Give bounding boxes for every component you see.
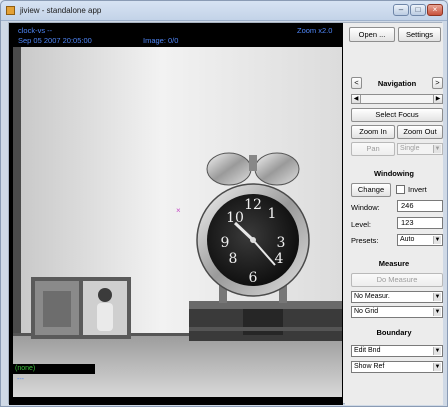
svg-text:9: 9	[221, 235, 230, 251]
windowing-title: Windowing	[374, 169, 414, 178]
window-field[interactable]: 246	[397, 200, 443, 212]
chevron-down-icon: ▼	[433, 363, 441, 371]
window-label: Window:	[351, 203, 380, 212]
svg-text:3: 3	[277, 235, 286, 251]
presets-select-value: Auto	[400, 236, 415, 243]
show-ref-select[interactable]: Show Ref ▼	[351, 361, 443, 373]
control-panel: Open ... Settings < Navigation > ◀ ▶ Sel…	[345, 23, 443, 405]
chevron-down-icon: ▼	[433, 308, 441, 316]
chevron-down-icon: ▼	[433, 236, 441, 244]
navigation-scrollbar[interactable]: ◀ ▶	[351, 94, 443, 104]
presets-select[interactable]: Auto ▼	[397, 234, 443, 246]
svg-text:6: 6	[249, 270, 258, 286]
window-title: jiview - standalone app	[20, 6, 102, 15]
settings-button[interactable]: Settings	[398, 27, 441, 42]
bottom-info-text: ---	[17, 376, 24, 383]
close-button[interactable]: ×	[427, 4, 443, 16]
app-window: jiview - standalone app – □ × clock-vs -…	[0, 0, 448, 407]
study-label: clock-vs --	[18, 26, 53, 35]
edit-bnd-select[interactable]: Edit Bnd ▼	[351, 345, 443, 357]
pan-button[interactable]: Pan	[351, 142, 395, 156]
single-select[interactable]: Single ▼	[397, 143, 443, 155]
title-bar[interactable]: jiview - standalone app – □ ×	[1, 1, 447, 21]
svg-text:4: 4	[275, 251, 284, 267]
date-time-label: Sep 05 2007 20:05:00	[18, 36, 92, 45]
grid-select-value: No Grid	[354, 308, 379, 315]
svg-text:12: 12	[244, 197, 262, 213]
level-field[interactable]: 123	[397, 217, 443, 229]
presets-label: Presets:	[351, 236, 379, 245]
svg-text:1: 1	[268, 206, 277, 222]
open-button[interactable]: Open ...	[349, 27, 395, 42]
zoom-label: Zoom x2.0	[297, 26, 333, 35]
clock-photo: 12 3 6 9 1 4 8 10	[13, 47, 342, 397]
single-select-value: Single	[400, 145, 420, 152]
app-icon	[6, 6, 15, 15]
scroll-right-icon[interactable]: ▶	[433, 95, 442, 103]
show-ref-select-value: Show Ref	[354, 363, 385, 370]
chevron-down-icon: ▼	[433, 293, 441, 301]
svg-text:8: 8	[229, 251, 238, 267]
level-label: Level:	[351, 220, 372, 229]
invert-label: Invert	[408, 185, 427, 194]
change-button[interactable]: Change	[351, 183, 391, 197]
overlay-status-text: (none)	[15, 365, 36, 372]
do-measure-button[interactable]: Do Measure	[351, 273, 443, 287]
scroll-left-icon[interactable]: ◀	[352, 95, 361, 103]
zoom-in-button[interactable]: Zoom In	[351, 125, 395, 139]
chevron-down-icon: ▼	[433, 347, 441, 355]
boundary-title: Boundary	[376, 328, 412, 337]
crosshair-cursor-icon: ×	[176, 206, 181, 215]
invert-checkbox[interactable]	[396, 185, 405, 194]
measure-select-value: No Measur.	[354, 293, 390, 300]
main-content: clock-vs -- Sep 05 2007 20:05:00 Image: …	[8, 22, 443, 405]
grid-select[interactable]: No Grid ▼	[351, 306, 443, 318]
navigation-title: Navigation	[377, 79, 417, 88]
measure-title: Measure	[378, 259, 410, 268]
zoom-out-button[interactable]: Zoom Out	[397, 125, 443, 139]
minimize-button[interactable]: –	[393, 4, 409, 16]
select-focus-button[interactable]: Select Focus	[351, 108, 443, 122]
image-index-label: Image: 0/0	[143, 36, 179, 45]
image-canvas[interactable]: 12 3 6 9 1 4 8 10	[13, 47, 342, 397]
edit-bnd-select-value: Edit Bnd	[354, 347, 381, 354]
image-viewer[interactable]: clock-vs -- Sep 05 2007 20:05:00 Image: …	[9, 23, 343, 405]
nav-next-button[interactable]: >	[432, 77, 443, 89]
chevron-down-icon: ▼	[433, 145, 441, 153]
maximize-button[interactable]: □	[410, 4, 426, 16]
measure-select[interactable]: No Measur. ▼	[351, 291, 443, 303]
